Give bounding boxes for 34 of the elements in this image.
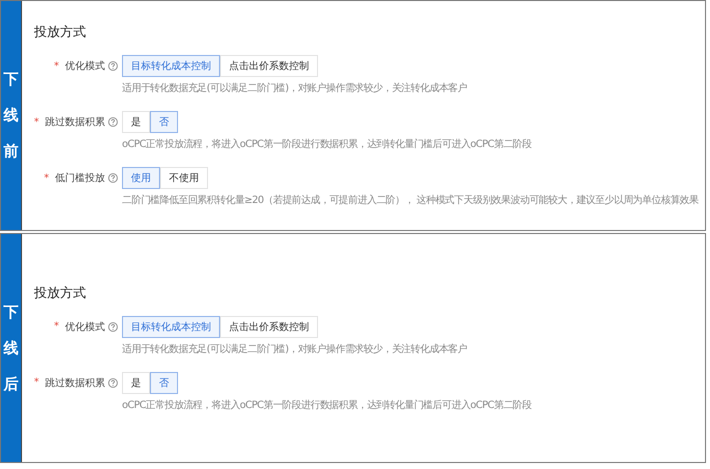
required-mark: * bbox=[34, 116, 39, 128]
field-description: 适用于转化数据充足(可以满足二阶门槛)，对账户操作需求较少，关注转化成本客户 bbox=[122, 82, 468, 96]
option-button[interactable]: 点击出价系数控制 bbox=[220, 316, 318, 338]
help-icon[interactable] bbox=[108, 173, 118, 184]
section-title: 投放方式 bbox=[34, 24, 86, 42]
field-label: 跳过数据积累 bbox=[45, 116, 105, 130]
field-description: 适用于转化数据充足(可以满足二阶门槛)，对账户操作需求较少，关注转化成本客户 bbox=[122, 342, 468, 356]
field-label: 优化模式 bbox=[65, 320, 105, 334]
option-button[interactable]: 是 bbox=[122, 372, 150, 394]
field-description: oCPC正常投放流程，将进入oCPC第一阶段进行数据积累，达到转化量门槛后可进入oCPC第二阶段 bbox=[122, 398, 533, 412]
option-button[interactable]: 否 bbox=[150, 111, 178, 134]
option-button[interactable]: 否 bbox=[150, 372, 178, 394]
field-description: oCPC正常投放流程，将进入oCPC第一阶段进行数据积累，达到转化量门槛后可进入oCPC第二阶段 bbox=[122, 138, 533, 152]
side-label: 下线后 bbox=[4, 302, 18, 395]
field-description: 二阶门槛降低至回累积转化量≥20（若提前达成，可提前进入二阶）， 这种模式下天级别效果波动可能较大，建议至少以周为单位核算效果 bbox=[122, 194, 700, 208]
required-mark: * bbox=[44, 172, 49, 184]
required-mark: * bbox=[34, 377, 39, 388]
help-icon[interactable] bbox=[108, 117, 118, 128]
required-mark: * bbox=[54, 60, 59, 72]
option-button[interactable]: 目标转化成本控制 bbox=[122, 55, 220, 78]
help-icon[interactable] bbox=[108, 61, 118, 72]
field-label: 优化模式 bbox=[65, 60, 105, 74]
option-button[interactable]: 使用 bbox=[122, 167, 160, 190]
option-button[interactable]: 点击出价系数控制 bbox=[220, 55, 318, 78]
section-title: 投放方式 bbox=[34, 284, 86, 302]
help-icon[interactable] bbox=[108, 322, 118, 332]
required-mark: * bbox=[54, 321, 59, 332]
option-button[interactable]: 不使用 bbox=[160, 167, 208, 190]
option-button[interactable]: 目标转化成本控制 bbox=[122, 316, 220, 338]
field-label: 跳过数据积累 bbox=[45, 376, 105, 390]
option-button[interactable]: 是 bbox=[122, 111, 150, 134]
help-icon[interactable] bbox=[108, 378, 118, 388]
field-label: 低门槛投放 bbox=[55, 172, 105, 186]
side-label: 下线前 bbox=[4, 69, 18, 162]
